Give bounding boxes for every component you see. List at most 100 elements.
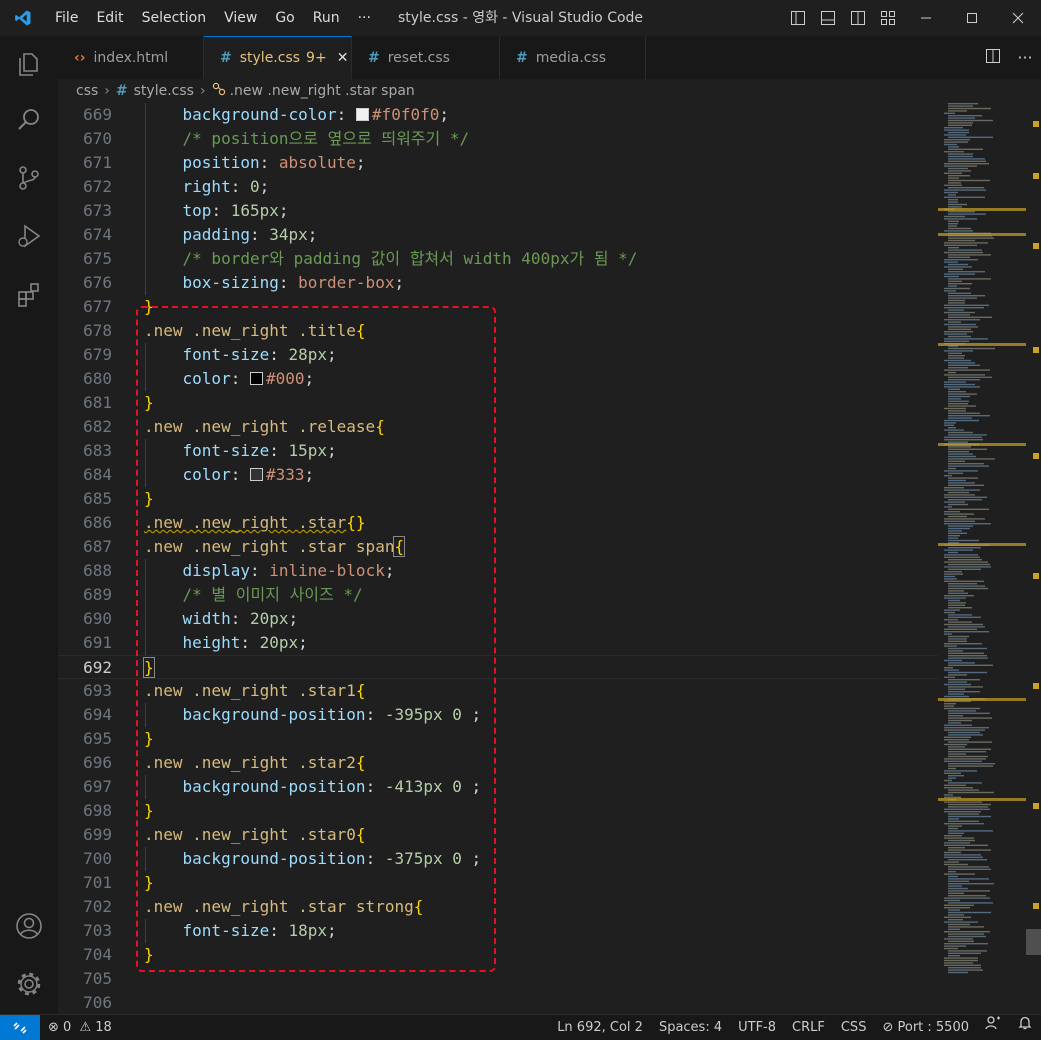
close-window-icon[interactable] — [995, 0, 1041, 36]
run-debug-icon[interactable] — [0, 212, 58, 260]
code-line[interactable]: 669 background-color: #f0f0f0; — [58, 103, 938, 127]
toggle-panel-icon[interactable] — [813, 0, 843, 36]
code-line[interactable]: 701} — [58, 871, 938, 895]
cursor-position[interactable]: Ln 692, Col 2 — [549, 1015, 651, 1040]
breadcrumb-folder[interactable]: css — [76, 83, 98, 99]
minimap-line — [948, 635, 969, 638]
more-actions-icon[interactable]: ··· — [1009, 48, 1041, 67]
code-line[interactable]: 676 box-sizing: border-box; — [58, 271, 938, 295]
toggle-primary-sidebar-icon[interactable] — [783, 0, 813, 36]
explorer-icon[interactable] — [0, 40, 58, 88]
code-line[interactable]: 690 width: 20px; — [58, 607, 938, 631]
code-line[interactable]: 706 — [58, 991, 938, 1014]
code-line[interactable]: 670 /* position으로 옆으로 띄워주기 */ — [58, 127, 938, 151]
code-line[interactable]: 689 /* 별 이미지 사이즈 */ — [58, 583, 938, 607]
code-line[interactable]: 679 font-size: 28px; — [58, 343, 938, 367]
minimap-line — [948, 681, 967, 683]
tab-media-css[interactable]: # media.css — [500, 36, 646, 79]
split-editor-icon[interactable] — [977, 48, 1009, 68]
search-icon[interactable] — [0, 96, 58, 144]
color-swatch[interactable] — [355, 108, 369, 121]
code-line[interactable]: 684 color: #333; — [58, 463, 938, 487]
breadcrumb-file[interactable]: style.css — [134, 83, 194, 99]
code-line[interactable]: 699 .new .new_right .star0{ — [58, 823, 938, 847]
code-line[interactable]: 697 background-position: -413px 0 ; — [58, 775, 938, 799]
accounts-icon[interactable] — [0, 902, 58, 950]
code-line[interactable]: 687 .new .new_right .star span{ — [58, 535, 938, 559]
minimap[interactable] — [938, 103, 1026, 1014]
menu-item[interactable]: View — [215, 0, 266, 36]
code-line[interactable]: 693 .new .new_right .star1{ — [58, 679, 938, 703]
code-line[interactable]: 680 color: #000; — [58, 367, 938, 391]
menu-item[interactable]: Selection — [133, 0, 216, 36]
breadcrumb-symbol[interactable]: .new .new_right .star span — [230, 83, 415, 99]
indentation[interactable]: Spaces: 4 — [651, 1015, 730, 1040]
code-line[interactable]: 685} — [58, 487, 938, 511]
source-control-icon[interactable] — [0, 154, 58, 202]
code-line[interactable]: 700 background-position: -375px 0 ; — [58, 847, 938, 871]
minimap-line — [948, 391, 966, 393]
code-line[interactable]: 692} — [58, 655, 938, 679]
color-swatch[interactable] — [249, 468, 263, 481]
code-line[interactable]: 698} — [58, 799, 938, 823]
code-line[interactable]: 704} — [58, 943, 938, 967]
customize-layout-icon[interactable] — [873, 0, 903, 36]
scrollbar-marker — [1033, 573, 1039, 579]
settings-gear-icon[interactable] — [0, 960, 58, 1008]
minimap-line — [948, 203, 967, 206]
minimap-line — [948, 223, 958, 225]
menu-item[interactable]: Edit — [87, 0, 132, 36]
minimap-line — [944, 487, 964, 489]
menu-item[interactable]: Run — [304, 0, 349, 36]
code-line[interactable]: 691 height: 20px; — [58, 631, 938, 655]
minimap-line — [948, 967, 981, 969]
line-number: 685 — [83, 489, 112, 508]
code-line[interactable]: 675 /* border와 padding 값이 합쳐서 width 400p… — [58, 247, 938, 271]
encoding[interactable]: UTF-8 — [730, 1015, 784, 1040]
feedback-icon[interactable] — [977, 1015, 1009, 1040]
minimize-icon[interactable] — [903, 0, 949, 36]
menu-item[interactable]: ··· — [349, 0, 380, 36]
live-server-port[interactable]: ⊘ Port : 5500 — [874, 1015, 977, 1040]
minimap-line — [948, 539, 979, 542]
toggle-secondary-sidebar-icon[interactable] — [843, 0, 873, 36]
line-number: 690 — [83, 609, 112, 628]
code-line[interactable]: 702 .new .new_right .star strong{ — [58, 895, 938, 919]
code-line[interactable]: 674 padding: 34px; — [58, 223, 938, 247]
minimap-highlight — [938, 343, 1026, 346]
code-line[interactable]: 694 background-position: -395px 0 ; — [58, 703, 938, 727]
code-line[interactable]: 681} — [58, 391, 938, 415]
remote-indicator-icon[interactable] — [0, 1014, 40, 1040]
menu-item[interactable]: File — [46, 0, 87, 36]
minimap-line — [948, 405, 976, 407]
minimap-line — [948, 316, 992, 318]
extensions-icon[interactable] — [0, 270, 58, 318]
code-line[interactable]: 672 right: 0; — [58, 175, 938, 199]
color-swatch[interactable] — [249, 372, 263, 385]
close-tab-icon[interactable]: ✕ — [337, 50, 349, 66]
code-line[interactable]: 677} — [58, 295, 938, 319]
code-line[interactable]: 671 position: absolute; — [58, 151, 938, 175]
problems-indicator[interactable]: ⊗ 0 ⚠ 18 — [40, 1015, 120, 1040]
minimap-line — [948, 249, 982, 251]
code-line[interactable]: 703 font-size: 18px; — [58, 919, 938, 943]
code-editor[interactable]: 669 background-color: #f0f0f0; 670 /* pos… — [58, 103, 938, 1014]
code-line[interactable]: 682 .new .new_right .release{ — [58, 415, 938, 439]
code-line[interactable]: 695} — [58, 727, 938, 751]
vertical-scrollbar[interactable] — [1026, 103, 1041, 1014]
code-line[interactable]: 688 display: inline-block; — [58, 559, 938, 583]
code-line[interactable]: 673 top: 165px; — [58, 199, 938, 223]
code-line[interactable]: 686 .new .new_right .star{} — [58, 511, 938, 535]
maximize-icon[interactable] — [949, 0, 995, 36]
tab-index-html[interactable]: ‹› index.html — [58, 36, 204, 79]
tab-reset-css[interactable]: # reset.css — [352, 36, 500, 79]
tab-style-css[interactable]: # style.css 9+ ✕ — [204, 36, 352, 79]
line-ending[interactable]: CRLF — [784, 1015, 833, 1040]
language-mode[interactable]: CSS — [833, 1015, 875, 1040]
code-line[interactable]: 705 — [58, 967, 938, 991]
menu-item[interactable]: Go — [266, 0, 303, 36]
code-line[interactable]: 696 .new .new_right .star2{ — [58, 751, 938, 775]
notifications-bell-icon[interactable] — [1009, 1015, 1041, 1040]
code-line[interactable]: 678 .new .new_right .title{ — [58, 319, 938, 343]
code-line[interactable]: 683 font-size: 15px; — [58, 439, 938, 463]
